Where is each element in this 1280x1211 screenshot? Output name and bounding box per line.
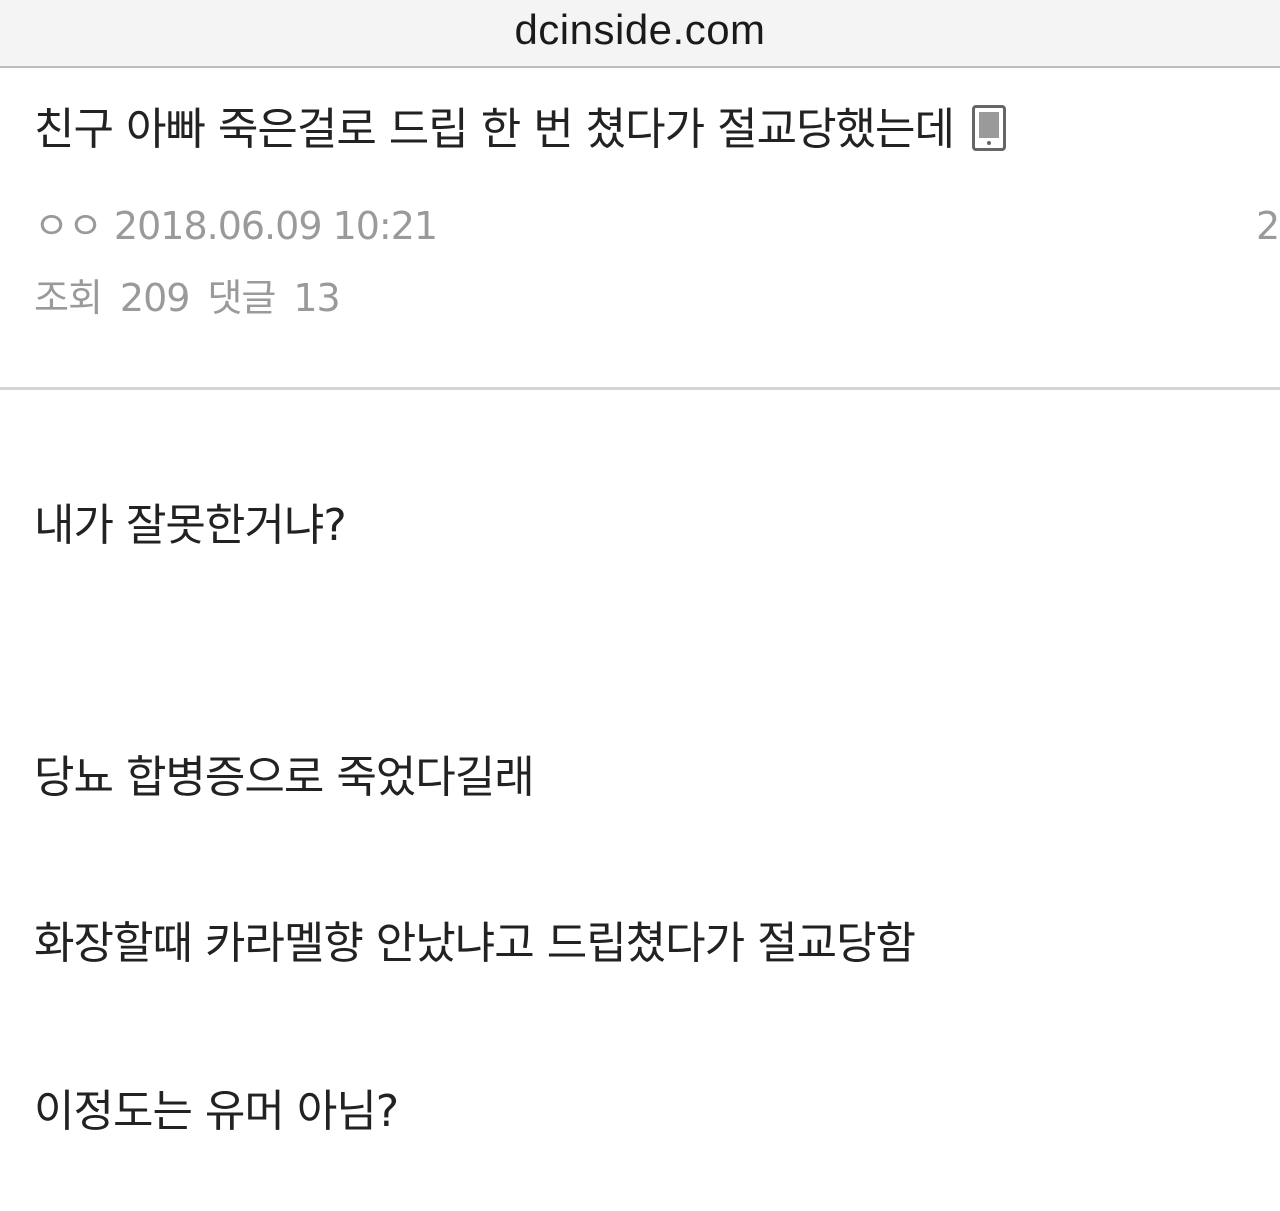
mobile-phone-icon [971, 105, 1006, 151]
views-label: 조회 [34, 276, 103, 320]
page: dcinside.com 친구 아빠 죽은걸로 드립 한 번 쳤다가 절교당했는… [0, 0, 1280, 1211]
post-title: 친구 아빠 죽은걸로 드립 한 번 쳤다가 절교당했는데 [34, 94, 1006, 166]
post-title-text: 친구 아빠 죽은걸로 드립 한 번 쳤다가 절교당했는데 [34, 104, 955, 155]
post-author[interactable]: ㅇㅇ [34, 204, 103, 248]
post-body-line: 내가 잘못한거냐? [34, 500, 347, 551]
post-body-line: 당뇨 합병증으로 죽었다길래 [34, 752, 535, 803]
comments-label: 댓글 [207, 276, 276, 320]
post-body-line: 이정도는 유머 아님? [34, 1086, 399, 1137]
post-meta: ㅇㅇ 2018.06.09 10:21 [34, 194, 438, 258]
post-meta-right-truncated: 2 [1256, 204, 1280, 248]
url-text[interactable]: dcinside.com [0, 4, 1280, 56]
post-datetime: 2018.06.09 10:21 [113, 204, 438, 248]
comments-count[interactable]: 13 [293, 276, 340, 320]
post-stats: 조회 209 댓글 13 [34, 266, 358, 330]
browser-address-bar[interactable]: dcinside.com [0, 0, 1280, 68]
header-divider [0, 387, 1280, 390]
views-count: 209 [119, 276, 191, 320]
post-body-line: 화장할때 카라멜향 안났냐고 드립쳤다가 절교당함 [34, 918, 916, 969]
